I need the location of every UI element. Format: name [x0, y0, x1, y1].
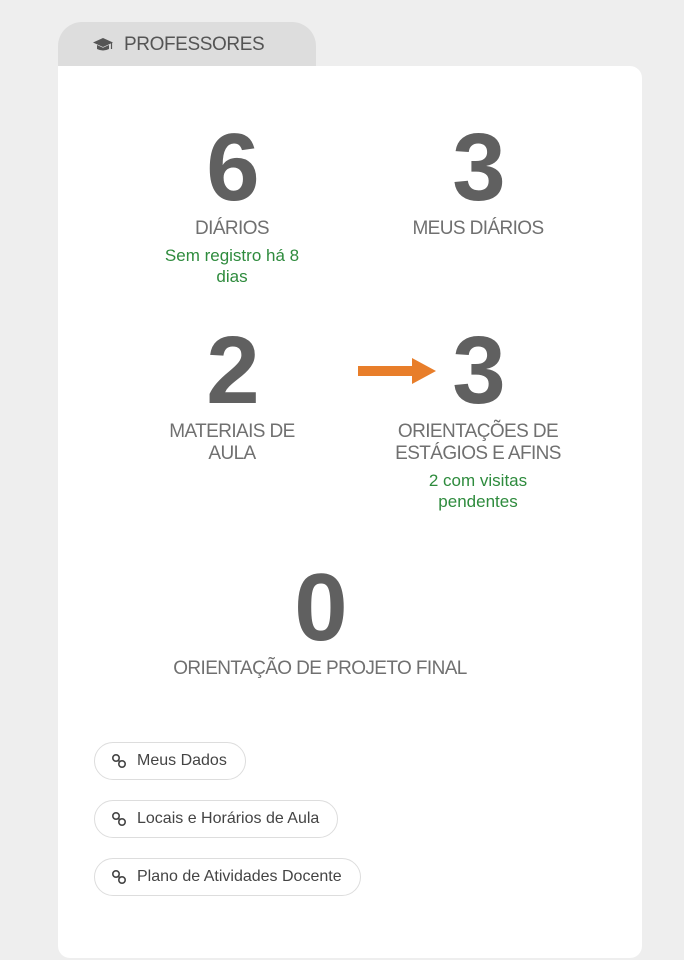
stat-label: MEUS DIÁRIOS — [412, 218, 544, 239]
stat-value: 6 — [206, 114, 259, 221]
stat-value: 2 — [206, 317, 259, 424]
link-icon — [111, 753, 127, 769]
stat-diarios[interactable]: 6 DIÁRIOS Sem registro há 8 dias — [107, 120, 357, 287]
stat-note-line: dias — [216, 267, 248, 286]
quick-links: Meus Dados Locais e Horários de Aula Pla… — [94, 742, 361, 916]
stat-label-line: ORIENTAÇÕES DE — [397, 421, 559, 442]
stat-label: ORIENTAÇÃO DE PROJETO FINAL — [173, 658, 467, 679]
link-locais-e-horarios[interactable]: Locais e Horários de Aula — [94, 800, 339, 838]
stat-note-line: 2 com visitas — [428, 471, 528, 490]
stat-label: ORIENTAÇÕES DE ESTÁGIOS E AFINS — [353, 421, 603, 465]
stat-value: 3 — [452, 114, 505, 221]
link-meus-dados[interactable]: Meus Dados — [94, 742, 246, 780]
link-icon — [111, 811, 127, 827]
stat-note-line: Sem registro há 8 — [164, 246, 300, 265]
stat-note-line: pendentes — [438, 492, 518, 511]
stat-meus-diarios[interactable]: 3 MEUS DIÁRIOS — [353, 120, 603, 240]
stat-label-line: ESTÁGIOS E AFINS — [395, 443, 561, 464]
graduation-cap-icon — [92, 37, 114, 53]
stat-label-line: AULA — [208, 443, 256, 464]
stat-orientacao-projeto-final[interactable]: 0 ORIENTAÇÃO DE PROJETO FINAL — [130, 560, 510, 680]
link-label: Meus Dados — [137, 752, 227, 769]
tab-professores[interactable]: PROFESSORES — [58, 22, 316, 68]
stat-note: Sem registro há 8 dias — [107, 245, 357, 287]
link-icon — [111, 869, 127, 885]
stat-label-line: MATERIAIS DE — [169, 421, 295, 442]
stat-value: 3 — [452, 317, 505, 424]
link-plano-de-atividades[interactable]: Plano de Atividades Docente — [94, 858, 361, 896]
tab-label: PROFESSORES — [124, 34, 265, 55]
professores-card: 6 DIÁRIOS Sem registro há 8 dias 3 MEUS … — [58, 66, 642, 958]
stat-label: MATERIAIS DE AULA — [107, 421, 357, 465]
link-label: Locais e Horários de Aula — [137, 810, 320, 827]
stat-orientacoes-estagios[interactable]: 3 ORIENTAÇÕES DE ESTÁGIOS E AFINS 2 com … — [353, 323, 603, 512]
stat-value: 0 — [294, 554, 347, 661]
stat-label: DIÁRIOS — [195, 218, 270, 239]
link-label: Plano de Atividades Docente — [137, 868, 342, 885]
stat-note: 2 com visitas pendentes — [353, 470, 603, 512]
stat-materiais-de-aula[interactable]: 2 MATERIAIS DE AULA — [107, 323, 357, 465]
